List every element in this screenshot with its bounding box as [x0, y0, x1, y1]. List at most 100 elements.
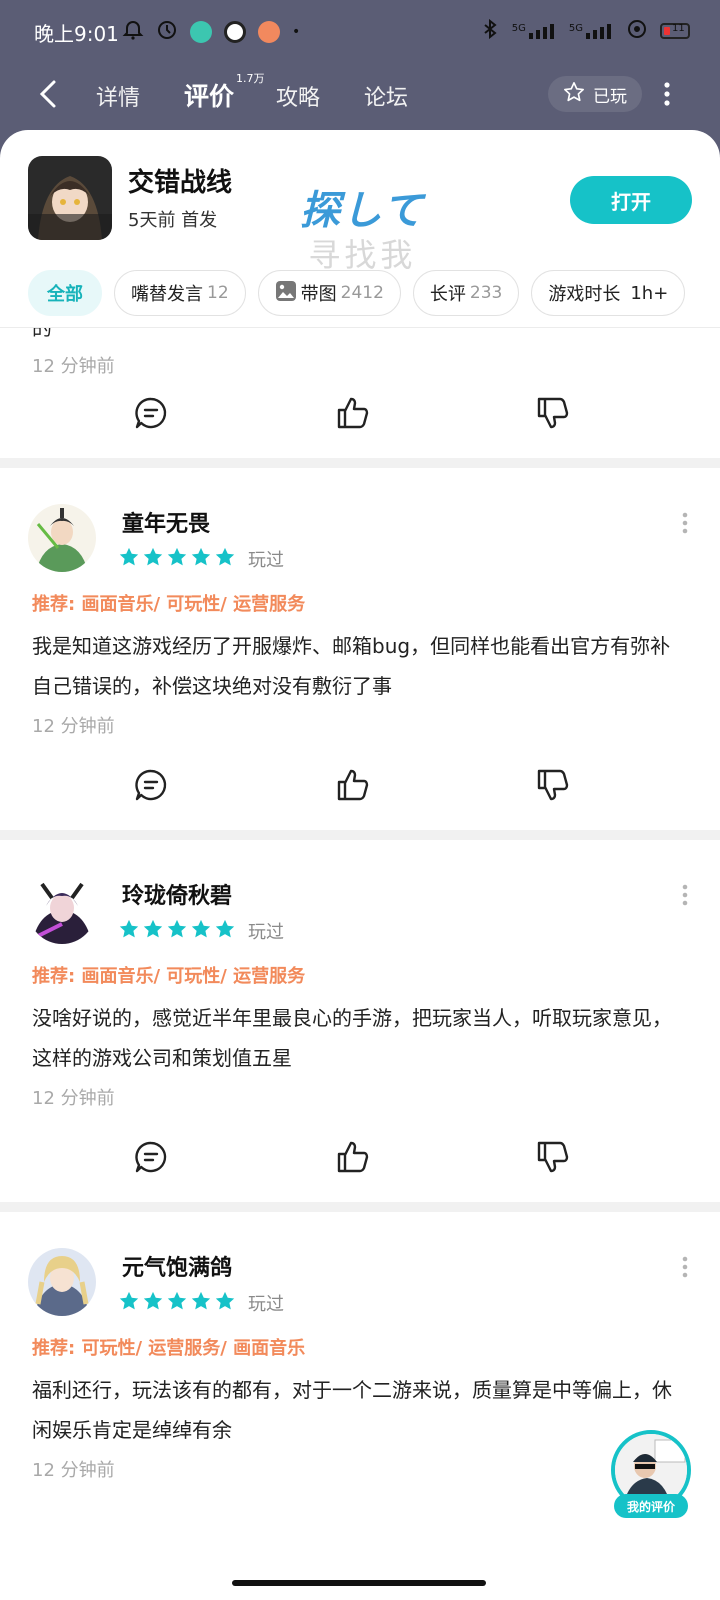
watermark: 探して 寻找我: [300, 178, 425, 276]
star-icon: [143, 547, 163, 566]
rating-stars: [118, 546, 236, 568]
filter-chip-label: 嘴替发言: [131, 284, 203, 305]
more-notifications-dot-icon: •: [292, 24, 301, 40]
top-nav: 详情 评价 1.7万 攻略 论坛 已玩: [0, 62, 720, 126]
tab-forum[interactable]: 论坛: [364, 80, 408, 112]
filter-chips: 全部 嘴替发言 12 带图 2412 长评 233 游戏时长 1h+: [28, 270, 686, 316]
status-bar: 晚上9:01 • 5G 5G 11: [0, 0, 720, 62]
thumbs-up-icon[interactable]: [336, 396, 370, 430]
rating-stars: [118, 918, 236, 940]
avatar[interactable]: [28, 1248, 96, 1316]
recommend-tags: 推荐: 可玩性/ 运营服务/ 画面音乐: [32, 1338, 306, 1359]
wifi-icon: [626, 18, 648, 44]
filter-chip-count: 12: [207, 283, 229, 303]
app-notification-icon: [258, 21, 280, 43]
game-release-info: 5天前 首发: [128, 210, 218, 231]
content-sheet: 交错战线 5天前 首发 探して 寻找我 打开 全部 嘴替发言 12 带图 241…: [0, 130, 720, 1600]
filter-chip-label: 游戏时长: [548, 284, 621, 305]
review-list: 的 12 分钟前 童年无畏 玩过 推荐: 画面音乐/ 可玩性/ 运营服务 我是知…: [0, 328, 720, 1482]
comment-icon[interactable]: [134, 1140, 168, 1174]
filter-chip-quotes[interactable]: 嘴替发言 12: [114, 270, 246, 316]
network-label: 5G: [568, 23, 583, 34]
filter-chip-count: 1h+: [630, 282, 669, 304]
filter-chip-images[interactable]: 带图 2412: [257, 270, 401, 316]
review-text: 的: [32, 328, 52, 340]
status-time: 晚上9:01: [34, 22, 119, 46]
filter-chip-long-reviews[interactable]: 长评 233: [412, 270, 520, 316]
star-icon: [143, 919, 163, 938]
home-indicator[interactable]: [232, 1580, 486, 1586]
filter-chip-count: 2412: [340, 283, 384, 303]
star-icon: [191, 547, 211, 566]
my-review-label: 我的评价: [614, 1494, 688, 1518]
star-icon: [167, 919, 187, 938]
alarm-icon: [122, 19, 144, 45]
played-label: 已玩: [593, 86, 627, 107]
separator: [0, 1202, 720, 1212]
reviewer-name[interactable]: 童年无畏: [122, 506, 210, 538]
star-icon: [167, 1291, 187, 1310]
avatar[interactable]: [28, 876, 96, 944]
tab-reviews[interactable]: 评价: [184, 77, 234, 113]
played-status: 玩过: [248, 550, 284, 571]
filter-chip-count: 233: [469, 283, 503, 303]
avatar[interactable]: [28, 504, 96, 572]
status-right: 5G 5G 11: [480, 18, 690, 44]
star-icon: [143, 1291, 163, 1310]
filter-chip-label: 全部: [47, 284, 83, 305]
star-icon: [119, 547, 139, 566]
review-card: 的 12 分钟前: [0, 328, 720, 458]
watermark-line-1: 探して: [300, 188, 425, 234]
played-status: 玩过: [248, 922, 284, 943]
comment-icon[interactable]: [134, 396, 168, 430]
app-notification-icon: [190, 21, 212, 43]
review-time: 12 分钟前: [32, 356, 115, 377]
star-icon: [215, 919, 235, 938]
separator: [0, 830, 720, 840]
filter-chip-all[interactable]: 全部: [28, 270, 102, 316]
recommend-tags: 推荐: 画面音乐/ 可玩性/ 运营服务: [32, 594, 306, 615]
image-icon: [275, 280, 297, 307]
star-icon: [191, 919, 211, 938]
more-vertical-icon[interactable]: [664, 82, 670, 106]
review-text[interactable]: 没啥好说的，感觉近半年里最良心的手游，把玩家当人，听取玩家意见，这样的游戏公司和…: [0, 998, 720, 1078]
thumbs-up-icon[interactable]: [336, 1140, 370, 1174]
thumbs-up-icon[interactable]: [336, 768, 370, 802]
star-icon: [215, 547, 235, 566]
battery-icon: 11: [660, 23, 690, 39]
star-icon: [119, 1291, 139, 1310]
clock-icon: [156, 19, 178, 45]
comment-icon[interactable]: [134, 768, 168, 802]
more-vertical-icon[interactable]: [682, 1256, 688, 1278]
thumbs-down-icon[interactable]: [536, 768, 570, 802]
played-button[interactable]: 已玩: [548, 76, 642, 112]
back-icon[interactable]: [36, 76, 60, 112]
signal-icon: 5G: [569, 23, 614, 39]
review-time: 12 分钟前: [32, 716, 115, 737]
my-review-button[interactable]: 我的评价: [608, 1430, 694, 1520]
played-status: 玩过: [248, 1294, 284, 1315]
battery-level: 11: [672, 23, 685, 34]
bluetooth-icon: [480, 18, 500, 43]
tab-details[interactable]: 详情: [96, 80, 140, 112]
review-count-badge: 1.7万: [236, 72, 265, 85]
status-icons: •: [122, 19, 300, 45]
signal-icon: 5G: [512, 23, 557, 39]
more-vertical-icon[interactable]: [682, 512, 688, 534]
reviewer-name[interactable]: 玲珑倚秋碧: [122, 878, 232, 910]
game-header: 交错战线 5天前 首发 探して 寻找我 打开 全部 嘴替发言 12 带图 241…: [0, 130, 720, 330]
app-notification-icon: [224, 21, 246, 43]
review-actions: [0, 1122, 720, 1202]
open-game-button[interactable]: 打开: [570, 176, 692, 224]
reviewer-name[interactable]: 元气饱满鸽: [122, 1250, 232, 1282]
game-icon[interactable]: [28, 156, 112, 240]
review-text[interactable]: 我是知道这游戏经历了开服爆炸、邮箱bug，但同样也能看出官方有弥补自己错误的，补…: [0, 626, 720, 706]
filter-chip-label: 长评: [429, 284, 466, 305]
tab-guides[interactable]: 攻略: [276, 80, 320, 112]
thumbs-down-icon[interactable]: [536, 1140, 570, 1174]
filter-chip-label: 带图: [300, 284, 337, 305]
separator: [0, 458, 720, 468]
more-vertical-icon[interactable]: [682, 884, 688, 906]
thumbs-down-icon[interactable]: [536, 396, 570, 430]
filter-chip-playtime[interactable]: 游戏时长 1h+: [531, 270, 686, 316]
